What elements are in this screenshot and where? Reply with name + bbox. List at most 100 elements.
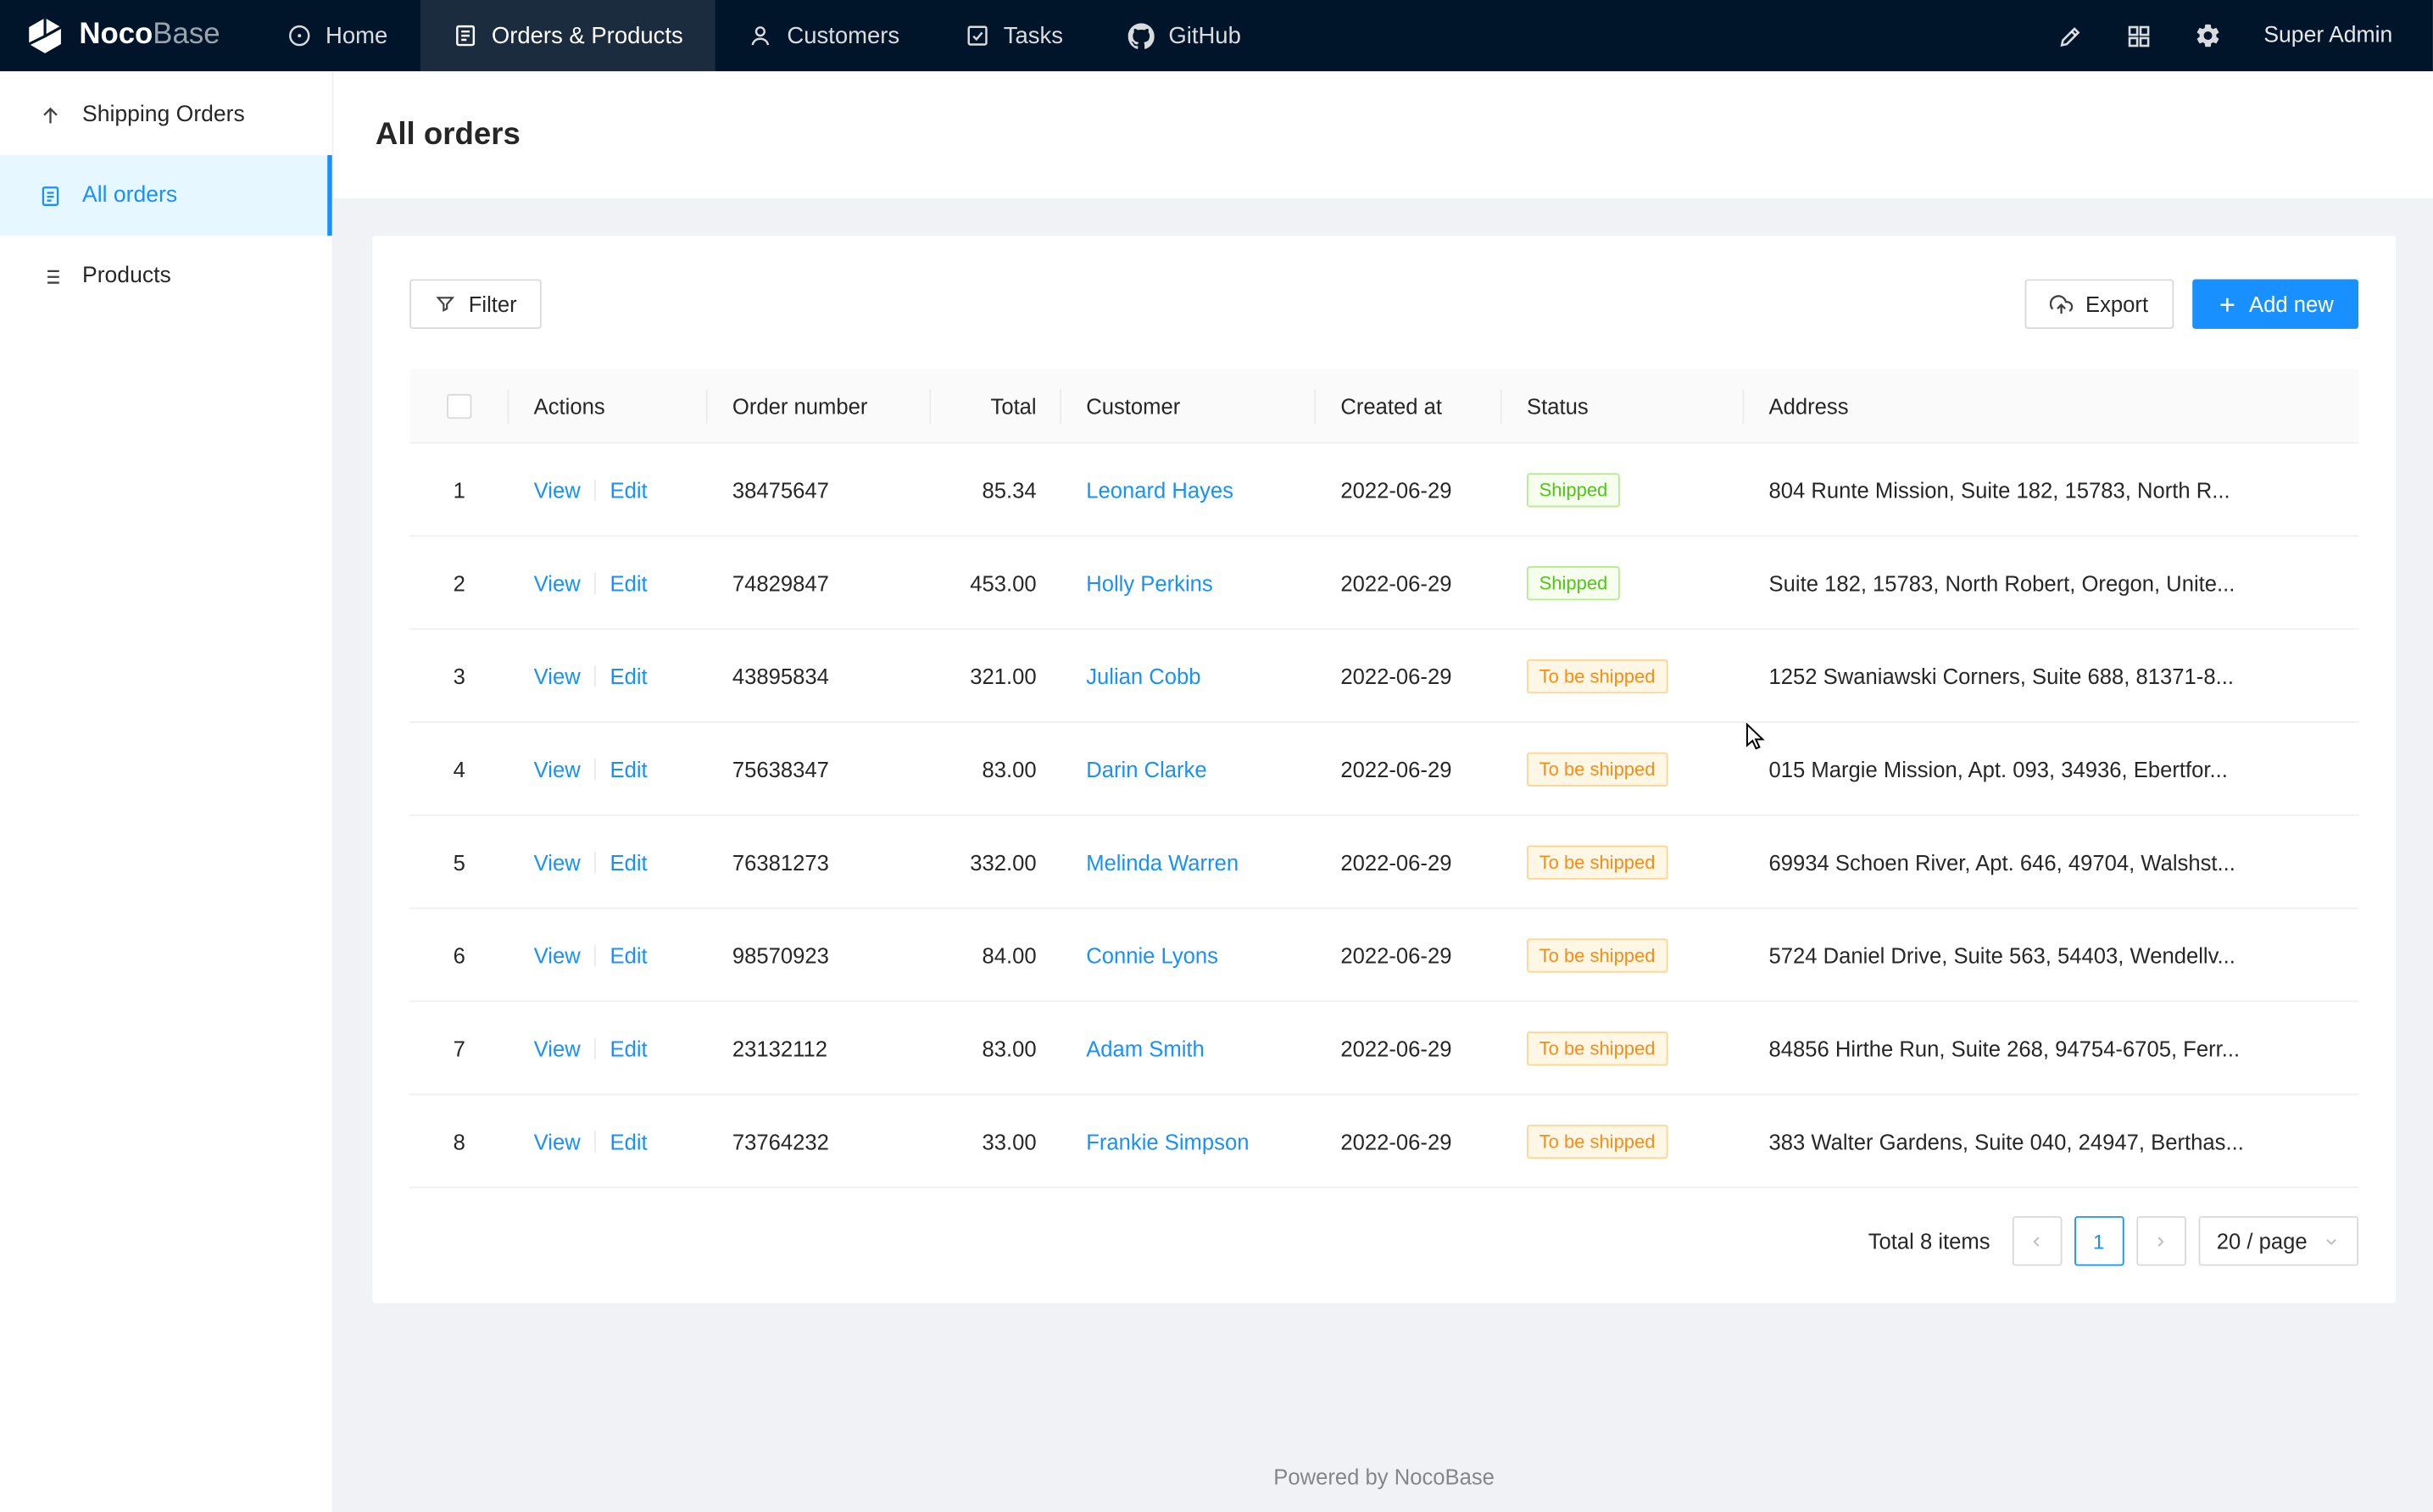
sidebar-item-shipping-orders[interactable]: Shipping Orders (0, 75, 332, 155)
view-link[interactable]: View (534, 570, 581, 595)
nocobase-logo[interactable]: NocoBase (0, 0, 254, 71)
sidebar-item-label: Shipping Orders (82, 103, 245, 127)
address-cell: 015 Margie Mission, Apt. 093, 34936, Ebe… (1744, 723, 2358, 814)
status-cell: To be shipped (1502, 1095, 1745, 1187)
action-divider (594, 758, 596, 780)
nav-customers[interactable]: Customers (715, 0, 932, 71)
total-value: 453.00 (970, 570, 1036, 595)
customer-link[interactable]: Leonard Hayes (1086, 477, 1233, 502)
sidebar-item-products[interactable]: Products (0, 236, 332, 316)
user-menu[interactable]: Super Admin (2263, 23, 2392, 47)
view-link[interactable]: View (534, 1036, 581, 1060)
table-row[interactable]: 8 View Edit 73764232 33.00 Frankie Simps… (409, 1095, 2358, 1188)
table-row[interactable]: 1 View Edit 38475647 85.34 Leonard Hayes… (409, 443, 2358, 536)
pagination-prev-button[interactable] (2012, 1216, 2062, 1266)
customer-cell: Julian Cobb (1061, 630, 1316, 721)
table-row[interactable]: 3 View Edit 43895834 321.00 Julian Cobb … (409, 630, 2358, 723)
order-number: 23132112 (732, 1036, 827, 1060)
customer-cell: Connie Lyons (1061, 909, 1316, 1001)
select-all-checkbox[interactable] (447, 393, 471, 418)
address-cell: 1252 Swaniawski Corners, Suite 688, 8137… (1744, 630, 2358, 721)
table-row[interactable]: 7 View Edit 23132112 83.00 Adam Smith 20… (409, 1002, 2358, 1095)
sidebar-item-all-orders[interactable]: All orders (0, 155, 332, 236)
created-at-cell: 2022-06-29 (1316, 536, 1502, 628)
nav-home[interactable]: Home (254, 0, 420, 71)
edit-link[interactable]: Edit (610, 756, 647, 781)
table-row[interactable]: 6 View Edit 98570923 84.00 Connie Lyons … (409, 909, 2358, 1003)
pagination-next-button[interactable] (2136, 1216, 2186, 1266)
actions-cell: View Edit (509, 816, 707, 908)
page-size-select[interactable]: 20 / page (2198, 1216, 2358, 1266)
row-index: 1 (454, 477, 465, 502)
column-header-created-at: Created at (1316, 370, 1502, 442)
edit-link[interactable]: Edit (610, 663, 647, 687)
gear-icon[interactable] (2194, 22, 2222, 50)
order-number: 75638347 (732, 756, 829, 781)
edit-link[interactable]: Edit (610, 477, 647, 502)
created-at-cell: 2022-06-29 (1316, 630, 1502, 721)
action-divider (594, 1130, 596, 1152)
status-cell: Shipped (1502, 536, 1745, 628)
status-cell: To be shipped (1502, 1002, 1745, 1093)
action-divider (594, 1037, 596, 1059)
view-link[interactable]: View (534, 756, 581, 781)
row-index-cell: 1 (409, 443, 509, 535)
export-label: Export (2085, 292, 2148, 316)
customer-link[interactable]: Holly Perkins (1086, 570, 1213, 595)
actions-cell: View Edit (509, 1095, 707, 1187)
nav-github[interactable]: GitHub (1095, 0, 1273, 71)
export-button[interactable]: Export (2025, 279, 2174, 329)
action-divider (594, 664, 596, 687)
status-badge: To be shipped (1527, 1124, 1667, 1158)
home-icon (287, 23, 311, 47)
edit-link[interactable]: Edit (610, 1036, 647, 1060)
highlight-icon[interactable] (2057, 23, 2084, 49)
order-number-cell: 75638347 (708, 723, 932, 814)
order-number-cell: 98570923 (708, 909, 932, 1001)
table-row[interactable]: 5 View Edit 76381273 332.00 Melinda Warr… (409, 816, 2358, 909)
edit-link[interactable]: Edit (610, 1129, 647, 1153)
form-icon (453, 23, 477, 47)
table-row[interactable]: 2 View Edit 74829847 453.00 Holly Perkin… (409, 536, 2358, 630)
main-area: All orders Filter (334, 71, 2433, 1512)
customer-link[interactable]: Julian Cobb (1086, 663, 1200, 687)
address-cell: 5724 Daniel Drive, Suite 563, 54403, Wen… (1744, 909, 2358, 1001)
add-new-button[interactable]: Add new (2191, 279, 2358, 329)
edit-link[interactable]: Edit (610, 849, 647, 874)
row-index: 6 (454, 942, 465, 967)
nav-orders-products[interactable]: Orders & Products (420, 0, 715, 71)
edit-link[interactable]: Edit (610, 570, 647, 595)
created-at-cell: 2022-06-29 (1316, 443, 1502, 535)
powered-by-footer: Powered by NocoBase (372, 1443, 2396, 1512)
address-cell: 383 Walter Gardens, Suite 040, 24947, Be… (1744, 1095, 2358, 1187)
order-number-cell: 73764232 (708, 1095, 932, 1187)
nav-label: Orders & Products (492, 23, 683, 49)
address-cell: 804 Runte Mission, Suite 182, 15783, Nor… (1744, 443, 2358, 535)
pagination-page-1[interactable]: 1 (2074, 1216, 2124, 1266)
view-link[interactable]: View (534, 663, 581, 687)
sidebar: Shipping Orders All orders Products (0, 71, 334, 1512)
customer-link[interactable]: Adam Smith (1086, 1036, 1205, 1060)
filter-button[interactable]: Filter (409, 279, 542, 329)
plugins-icon[interactable] (2125, 23, 2152, 49)
chevron-right-icon (2152, 1232, 2169, 1249)
customer-link[interactable]: Frankie Simpson (1086, 1129, 1249, 1153)
edit-link[interactable]: Edit (610, 942, 647, 967)
nav-tasks[interactable]: Tasks (933, 0, 1096, 71)
status-badge: To be shipped (1527, 845, 1667, 879)
view-link[interactable]: View (534, 477, 581, 502)
column-header-status: Status (1502, 370, 1745, 442)
view-link[interactable]: View (534, 1129, 581, 1153)
view-link[interactable]: View (534, 942, 581, 967)
created-at-value: 2022-06-29 (1340, 756, 1451, 781)
customer-cell: Darin Clarke (1061, 723, 1316, 814)
customer-link[interactable]: Connie Lyons (1086, 942, 1218, 967)
table-row[interactable]: 4 View Edit 75638347 83.00 Darin Clarke … (409, 723, 2358, 816)
view-link[interactable]: View (534, 849, 581, 874)
status-cell: To be shipped (1502, 909, 1745, 1001)
order-number: 43895834 (732, 663, 829, 687)
customer-link[interactable]: Melinda Warren (1086, 849, 1239, 874)
customer-link[interactable]: Darin Clarke (1086, 756, 1206, 781)
created-at-value: 2022-06-29 (1340, 570, 1451, 595)
order-number: 76381273 (732, 849, 829, 874)
